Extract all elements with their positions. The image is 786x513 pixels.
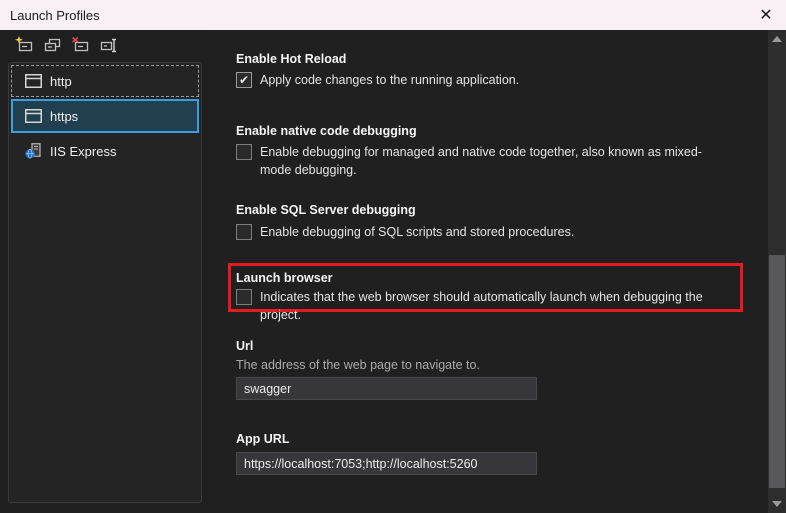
checkbox-label: Enable debugging of SQL scripts and stor… bbox=[260, 223, 574, 241]
sql-debugging-row: Enable debugging of SQL scripts and stor… bbox=[236, 224, 574, 241]
checkmark-icon: ✔ bbox=[239, 74, 249, 86]
url-input[interactable] bbox=[236, 377, 537, 400]
checkbox-label: Indicates that the web browser should au… bbox=[260, 288, 740, 324]
section-title-hot-reload: Enable Hot Reload bbox=[236, 52, 346, 66]
profiles-list: http https IIS E bbox=[8, 62, 202, 503]
browser-window-icon bbox=[25, 74, 42, 88]
rename-profile-icon bbox=[99, 36, 117, 54]
section-title-launch-browser: Launch browser bbox=[236, 271, 333, 285]
native-debugging-checkbox[interactable] bbox=[236, 144, 252, 160]
scroll-down-icon[interactable] bbox=[772, 501, 782, 507]
new-profile-button[interactable] bbox=[15, 36, 33, 54]
checkbox-label: Enable debugging for managed and native … bbox=[260, 143, 730, 179]
browser-window-icon bbox=[25, 109, 42, 123]
launch-browser-checkbox[interactable] bbox=[236, 289, 252, 305]
close-icon: ✕ bbox=[759, 5, 772, 25]
launch-browser-highlight-box: Launch browser Indicates that the web br… bbox=[228, 263, 743, 312]
native-debugging-row: Enable debugging for managed and native … bbox=[236, 144, 736, 179]
sidebar-item-label: http bbox=[50, 74, 72, 89]
sql-debugging-checkbox[interactable] bbox=[236, 224, 252, 240]
url-field-label: Url bbox=[236, 339, 253, 353]
profile-settings-panel: Enable Hot Reload ✔ Apply code changes t… bbox=[207, 30, 768, 513]
sidebar-item-label: https bbox=[50, 109, 78, 124]
iis-express-icon bbox=[25, 143, 42, 159]
hot-reload-checkbox[interactable]: ✔ bbox=[236, 72, 252, 88]
scroll-up-icon[interactable] bbox=[772, 36, 782, 42]
window-title: Launch Profiles bbox=[10, 8, 100, 23]
new-profile-icon bbox=[15, 36, 33, 54]
delete-profile-button[interactable] bbox=[71, 36, 89, 54]
sidebar-item-https[interactable]: https bbox=[11, 99, 199, 133]
close-button[interactable]: ✕ bbox=[750, 0, 782, 30]
url-field-description: The address of the web page to navigate … bbox=[236, 358, 480, 372]
launch-profiles-dialog: Launch Profiles ✕ bbox=[0, 0, 786, 513]
launch-browser-row: Indicates that the web browser should au… bbox=[236, 289, 740, 324]
delete-profile-icon bbox=[71, 36, 89, 54]
titlebar: Launch Profiles ✕ bbox=[0, 0, 786, 30]
red-x-glyph bbox=[73, 38, 79, 43]
checkbox-label: Apply code changes to the running applic… bbox=[260, 71, 519, 89]
profiles-toolbar bbox=[15, 36, 117, 54]
rename-profile-button[interactable] bbox=[99, 36, 117, 54]
section-title-native-debugging: Enable native code debugging bbox=[236, 124, 417, 138]
sidebar-item-iis-express[interactable]: IIS Express bbox=[11, 135, 199, 167]
vertical-scrollbar[interactable] bbox=[768, 30, 786, 513]
hot-reload-row: ✔ Apply code changes to the running appl… bbox=[236, 72, 519, 89]
section-title-sql-debugging: Enable SQL Server debugging bbox=[236, 203, 416, 217]
scrollbar-thumb[interactable] bbox=[769, 255, 785, 488]
duplicate-profile-icon bbox=[43, 36, 61, 54]
sidebar-item-label: IIS Express bbox=[50, 144, 116, 159]
app-url-input[interactable] bbox=[236, 452, 537, 475]
app-url-field-label: App URL bbox=[236, 432, 289, 446]
duplicate-profile-button[interactable] bbox=[43, 36, 61, 54]
sidebar-item-http[interactable]: http bbox=[11, 65, 199, 97]
